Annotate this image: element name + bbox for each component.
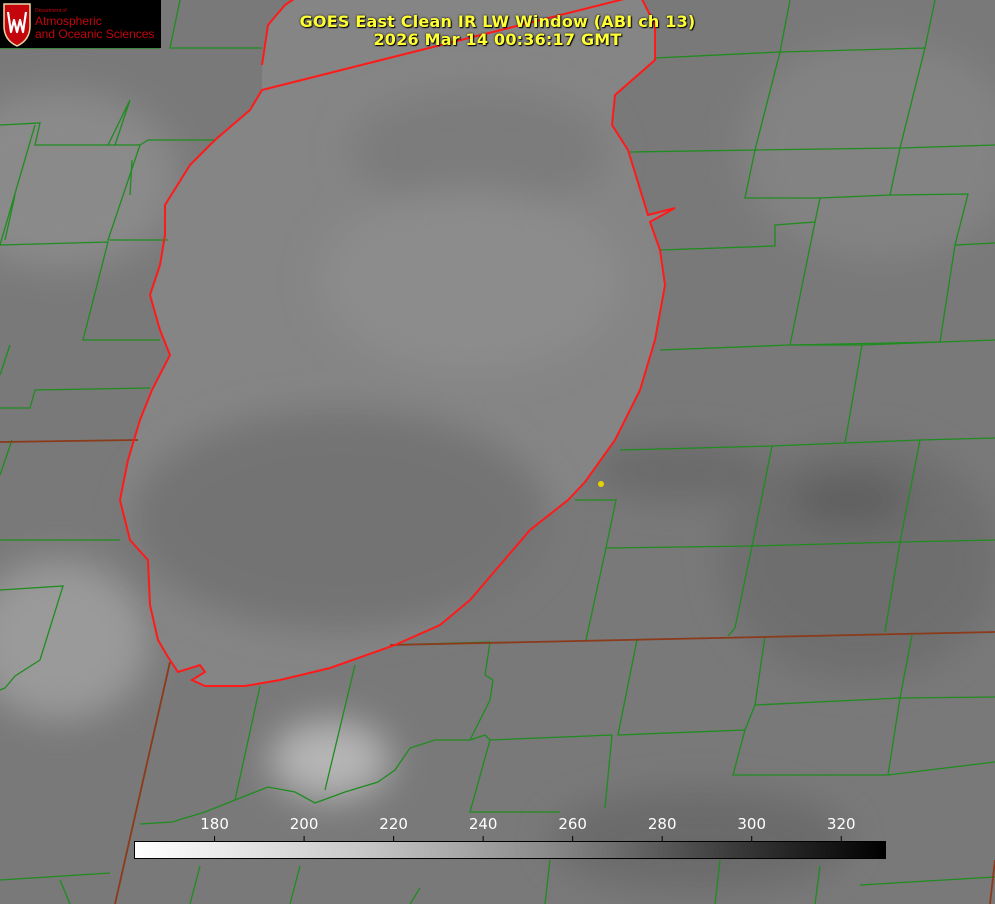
temperature-colorbar xyxy=(134,841,886,859)
image-timestamp: 2026 Mar 14 00:36:17 GMT xyxy=(373,30,622,49)
colorbar-tick-label: 200 xyxy=(289,815,319,833)
colorbar-tick-label: 220 xyxy=(379,815,408,833)
satellite-map[interactable] xyxy=(0,0,995,904)
colorbar-tick-label: 320 xyxy=(826,815,856,833)
logo-text-line2: and Oceanic Sciences xyxy=(35,27,155,41)
uw-crest-icon xyxy=(3,3,31,47)
colorbar-tick-label: 260 xyxy=(558,815,587,833)
colorbar-tick-label: 280 xyxy=(647,815,677,833)
aos-logo[interactable]: Department of Atmospheric and Oceanic Sc… xyxy=(0,0,161,48)
station-marker[interactable] xyxy=(598,481,604,487)
satellite-viewer: Department of Atmospheric and Oceanic Sc… xyxy=(0,0,995,904)
image-title: GOES East Clean IR LW Window (ABI ch 13) xyxy=(299,12,696,31)
colorbar-tick-label: 300 xyxy=(737,815,767,833)
logo-text-line1: Atmospheric xyxy=(35,14,102,28)
colorbar-tick-label: 180 xyxy=(200,815,229,833)
colorbar-tick-label: 240 xyxy=(468,815,498,833)
